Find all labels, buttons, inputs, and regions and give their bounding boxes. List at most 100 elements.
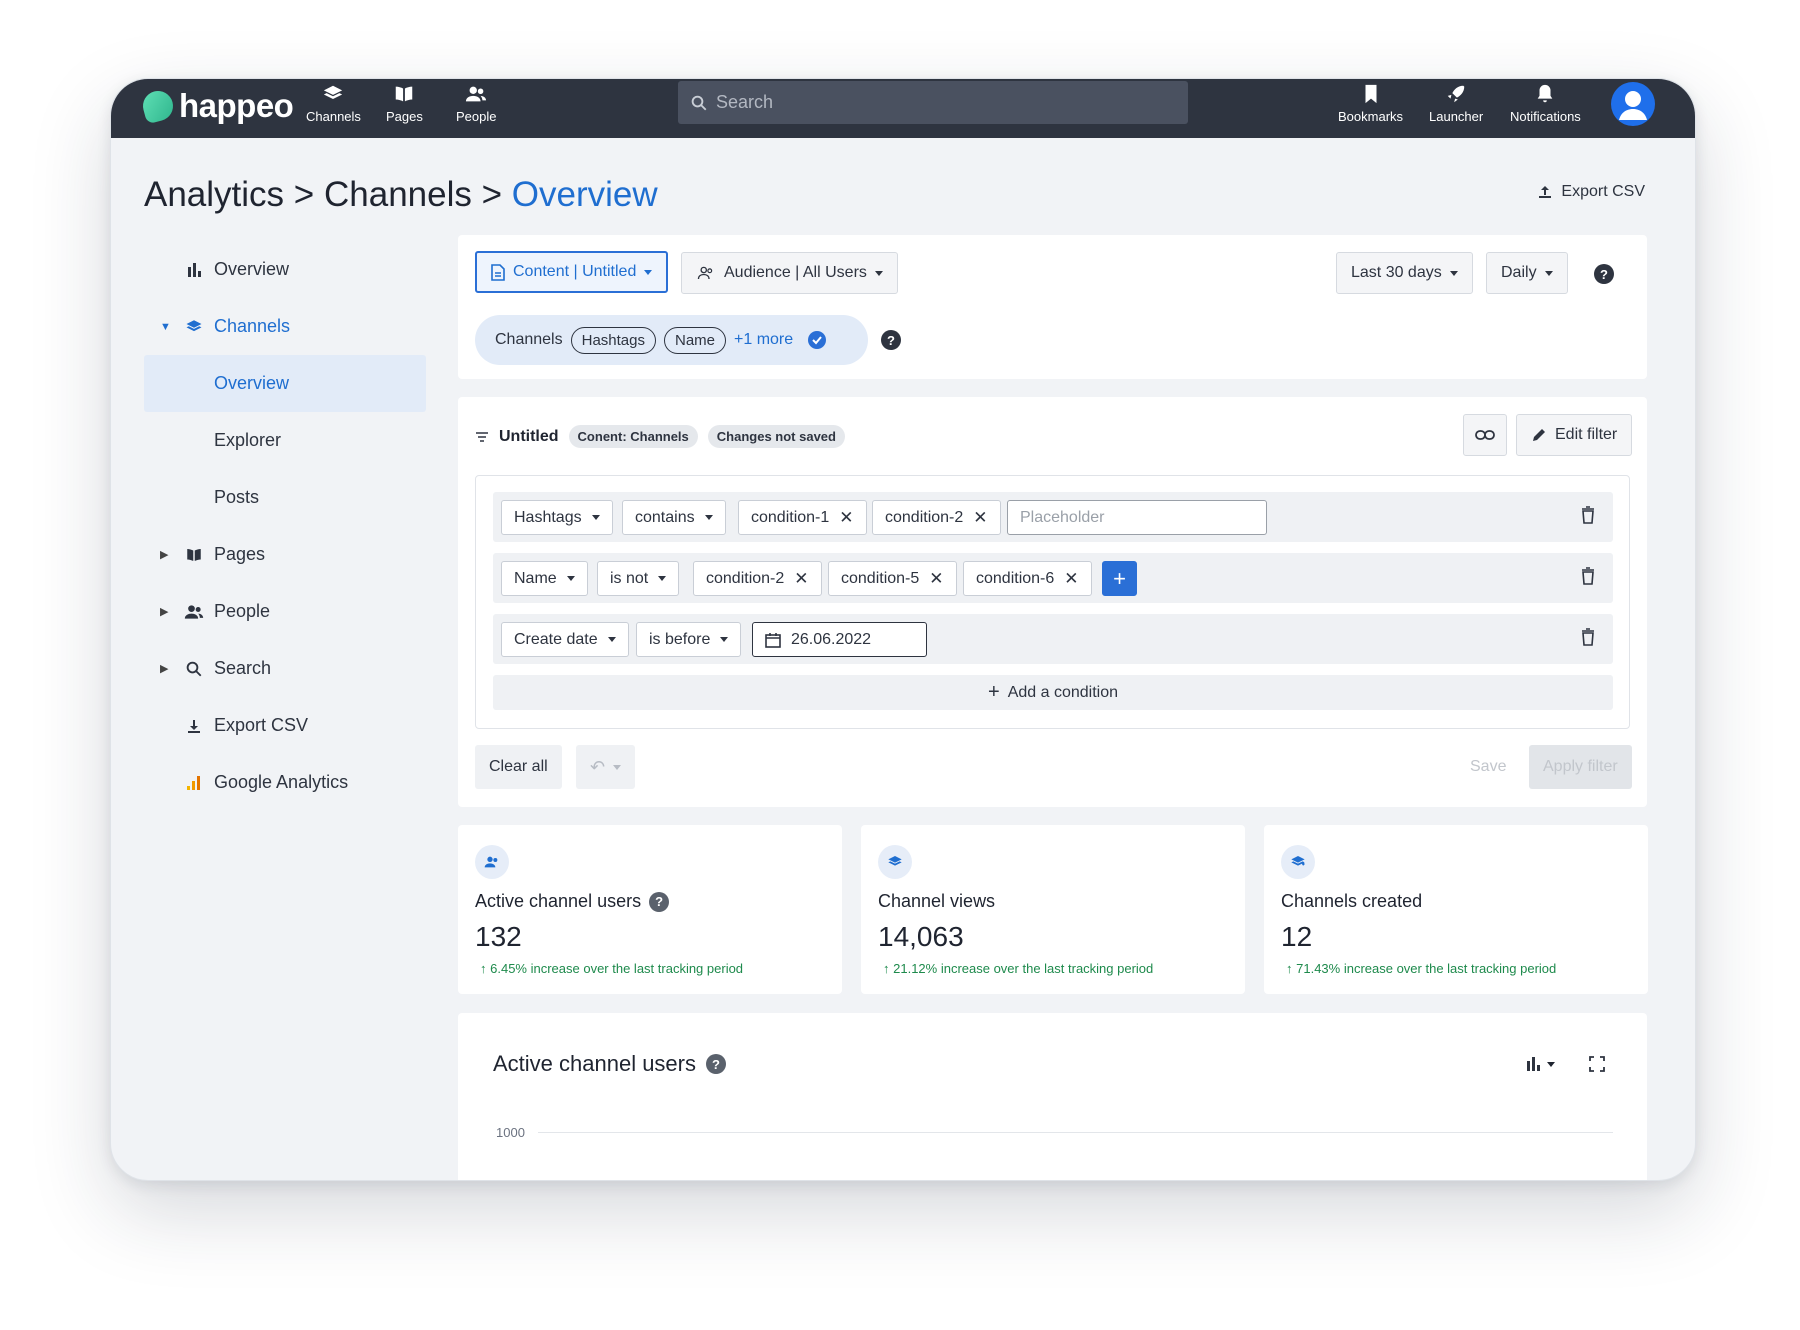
value-chip[interactable]: condition-5 ✕ xyxy=(828,561,957,596)
sidebar-item-channels[interactable]: ▼ Channels xyxy=(144,298,426,355)
field-dropdown[interactable]: Create date xyxy=(501,622,629,657)
filter-bar: Content | Untitled Audience | All Users … xyxy=(458,235,1647,379)
sidebar-item-posts[interactable]: Posts xyxy=(144,469,426,526)
active-filters-pill[interactable]: Channels Hashtags Name +1 more xyxy=(475,315,868,365)
chart-card: Active channel users ? 1000 xyxy=(458,1013,1647,1180)
stat-title: Channel views xyxy=(878,891,996,911)
stat-title: Active channel users ? xyxy=(475,891,670,912)
sidebar-item-overview[interactable]: Overview xyxy=(144,241,426,298)
value-chip[interactable]: condition-6 ✕ xyxy=(963,561,1092,596)
field-dropdown[interactable]: Name xyxy=(501,561,588,596)
close-icon[interactable]: ✕ xyxy=(973,508,987,528)
audience-dropdown[interactable]: Audience | All Users xyxy=(681,252,898,294)
close-icon[interactable]: ✕ xyxy=(1064,569,1078,589)
sidebar-item-label: People xyxy=(214,601,271,621)
clear-all-label: Clear all xyxy=(489,758,548,775)
nav-notifications[interactable]: Notifications xyxy=(1510,83,1581,124)
export-csv-button[interactable]: Export CSV xyxy=(1537,183,1645,201)
nav-pages[interactable]: Pages xyxy=(386,83,423,124)
undo-button[interactable]: ↶ xyxy=(576,745,636,789)
date-range-dropdown[interactable]: Last 30 days xyxy=(1336,252,1473,294)
operator-dropdown[interactable]: is before xyxy=(636,622,742,657)
operator-dropdown[interactable]: is not xyxy=(597,561,680,596)
breadcrumb-analytics[interactable]: Analytics xyxy=(144,175,284,214)
trash-icon[interactable] xyxy=(1581,628,1595,646)
value-chip[interactable]: condition-1 ✕ xyxy=(738,500,867,535)
field-label: Create date xyxy=(514,630,598,648)
help-icon[interactable]: ? xyxy=(706,1054,726,1074)
stat-card-active-users: Active channel users ? 132 ↑ 6.45% incre… xyxy=(458,825,842,994)
layers-add-icon xyxy=(1281,845,1315,879)
edit-filter-label: Edit filter xyxy=(1555,426,1618,443)
download-icon xyxy=(184,716,204,736)
trash-icon[interactable] xyxy=(1581,506,1595,524)
y-tick-label: 1000 xyxy=(496,1125,525,1140)
nav-label: Pages xyxy=(386,109,423,124)
chart-type-dropdown[interactable] xyxy=(1525,1056,1555,1072)
trash-icon[interactable] xyxy=(1581,567,1595,585)
stat-value: 132 xyxy=(475,921,522,952)
upload-icon xyxy=(1539,186,1552,198)
check-circle-icon xyxy=(808,331,827,349)
nav-launcher[interactable]: Launcher xyxy=(1429,83,1483,124)
search-icon xyxy=(184,659,204,679)
breadcrumb-channels[interactable]: Channels xyxy=(324,175,472,214)
happeo-logo[interactable]: happeo xyxy=(139,87,294,125)
date-input[interactable]: 26.06.2022 xyxy=(752,622,927,657)
fullscreen-icon[interactable] xyxy=(1589,1056,1605,1072)
sidebar-item-export-csv[interactable]: Export CSV xyxy=(144,697,426,754)
save-button[interactable]: Save xyxy=(1470,758,1506,776)
clear-all-button[interactable]: Clear all xyxy=(475,745,562,789)
filter-pill-name[interactable]: Name xyxy=(663,326,726,354)
nav-channels[interactable]: Channels xyxy=(306,83,361,124)
sidebar-item-google-analytics[interactable]: Google Analytics xyxy=(144,754,426,811)
content-dropdown[interactable]: Content | Untitled xyxy=(475,251,669,293)
close-icon[interactable]: ✕ xyxy=(929,569,943,589)
interval-dropdown[interactable]: Daily xyxy=(1486,252,1568,294)
caret-right-icon[interactable]: ▶ xyxy=(160,662,168,675)
sidebar-item-people[interactable]: ▶ People xyxy=(144,583,426,640)
help-icon[interactable]: ? xyxy=(881,330,901,350)
sidebar-item-explorer[interactable]: Explorer xyxy=(144,412,426,469)
filter-pill-hashtags[interactable]: Hashtags xyxy=(570,326,656,354)
field-dropdown[interactable]: Hashtags xyxy=(501,500,613,535)
stat-delta-text: 21.12% increase over the last tracking p… xyxy=(893,961,1154,976)
close-icon[interactable]: ✕ xyxy=(794,569,808,589)
value-chip[interactable]: condition-2 ✕ xyxy=(872,500,1001,535)
sidebar-item-label: Export CSV xyxy=(214,715,309,735)
sidebar-item-channels-overview[interactable]: Overview xyxy=(144,355,426,412)
filter-more-link[interactable]: +1 more xyxy=(734,331,793,349)
operator-dropdown[interactable]: contains xyxy=(622,500,726,535)
nav-bookmarks[interactable]: Bookmarks xyxy=(1338,83,1403,124)
stat-title-text: Active channel users xyxy=(475,891,642,911)
plus-icon: + xyxy=(1113,565,1126,591)
stat-delta: ↑ 71.43% increase over the last tracking… xyxy=(1286,961,1556,976)
help-icon[interactable]: ? xyxy=(649,891,670,912)
help-icon[interactable]: ? xyxy=(1594,264,1614,284)
close-icon[interactable]: ✕ xyxy=(839,508,853,528)
sidebar-item-pages[interactable]: ▶ Pages xyxy=(144,526,426,583)
edit-filter-button[interactable]: Edit filter xyxy=(1516,414,1633,456)
caret-right-icon[interactable]: ▶ xyxy=(160,548,168,561)
filter-editor-header: Untitled Conent: Channels Changes not sa… xyxy=(475,425,845,448)
breadcrumb-separator: > xyxy=(481,175,503,214)
value-chip[interactable]: condition-2 ✕ xyxy=(693,561,822,596)
value-input[interactable]: Placeholder xyxy=(1007,500,1267,535)
conditions-panel: Hashtags contains condition-1 ✕ condition… xyxy=(475,475,1630,729)
layers-icon xyxy=(878,845,912,879)
nav-people[interactable]: People xyxy=(456,83,496,124)
value-label: condition-5 xyxy=(841,569,920,587)
search-icon xyxy=(691,95,707,110)
value-label: condition-1 xyxy=(751,508,830,526)
search-input[interactable]: Search xyxy=(678,81,1188,124)
caret-right-icon[interactable]: ▶ xyxy=(160,605,168,618)
add-value-button[interactable]: + xyxy=(1102,561,1137,596)
caret-down-icon[interactable]: ▼ xyxy=(160,321,171,333)
sidebar-item-search[interactable]: ▶ Search xyxy=(144,640,426,697)
sidebar-item-label: Posts xyxy=(214,487,260,507)
user-avatar[interactable] xyxy=(1611,82,1655,126)
add-condition-button[interactable]: + Add a condition xyxy=(493,675,1613,710)
apply-filter-button[interactable]: Apply filter xyxy=(1529,745,1632,789)
arrow-up-icon: ↑ xyxy=(883,961,894,976)
copy-link-button[interactable] xyxy=(1463,414,1507,456)
